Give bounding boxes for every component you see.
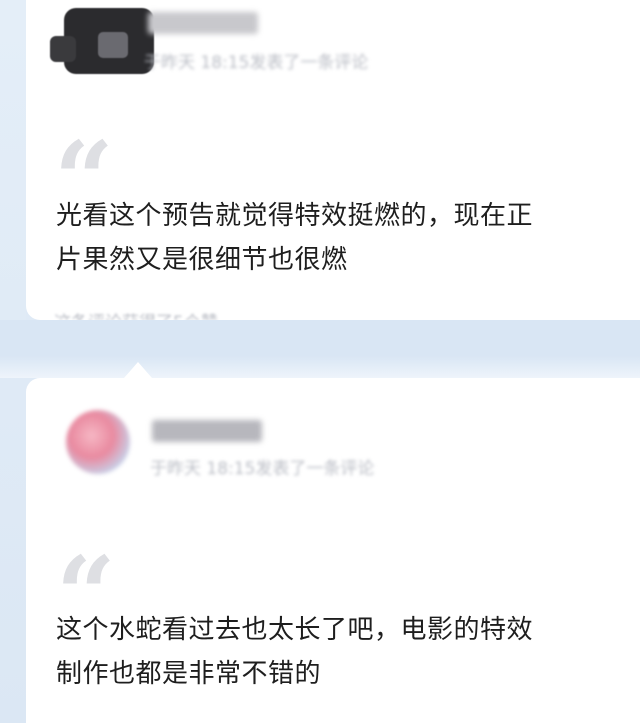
username-redacted[interactable] bbox=[148, 12, 258, 34]
avatar[interactable] bbox=[66, 410, 130, 474]
comment-meta: 于昨天 18:15发表了一条评论 bbox=[144, 53, 369, 73]
comment-card-2: 于昨天 18:15发表了一条评论 “ 这个水蛇看过去也太长了吧，电影的特效 制作… bbox=[26, 378, 640, 723]
avatar[interactable] bbox=[50, 8, 154, 74]
card-divider bbox=[0, 320, 640, 378]
comment-line: 片果然又是很细节也很燃 bbox=[56, 245, 348, 275]
username-redacted[interactable] bbox=[152, 420, 262, 442]
comment-card-1: 于昨天 18:15发表了一条评论 “ 光看这个预告就觉得特效挺燃的，现在正 片果… bbox=[26, 0, 640, 320]
comment-text: 这个水蛇看过去也太长了吧，电影的特效 制作也都是非常不错的 bbox=[56, 608, 636, 696]
like-count-text: 这条评论获得了5个赞 bbox=[54, 308, 218, 320]
comment-meta: 于昨天 18:15发表了一条评论 bbox=[150, 459, 375, 479]
comment-text: 光看这个预告就觉得特效挺燃的，现在正 片果然又是很细节也很燃 bbox=[56, 194, 636, 282]
card-pointer bbox=[124, 362, 152, 378]
comment-line: 制作也都是非常不错的 bbox=[56, 659, 322, 689]
comment-line: 光看这个预告就觉得特效挺燃的，现在正 bbox=[56, 201, 534, 231]
comment-line: 这个水蛇看过去也太长了吧，电影的特效 bbox=[56, 615, 534, 645]
